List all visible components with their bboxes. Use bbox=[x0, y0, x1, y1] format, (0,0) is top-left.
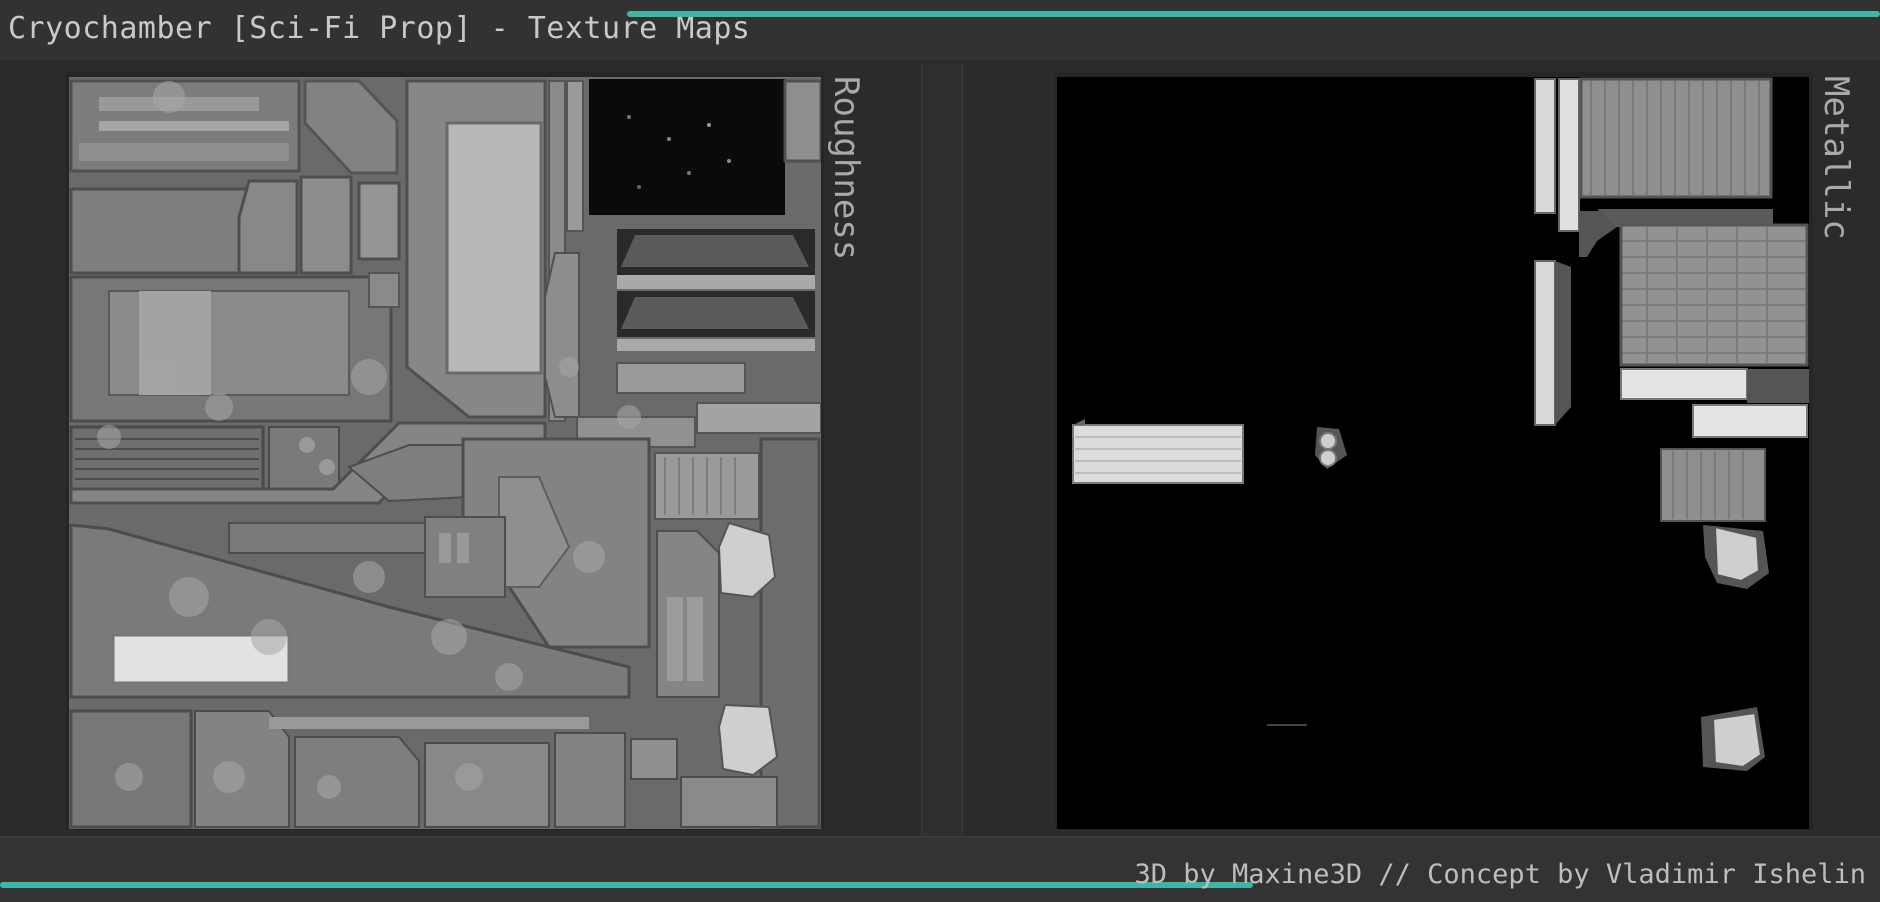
roughness-label: Roughness bbox=[826, 76, 866, 261]
panel-divider bbox=[921, 64, 963, 836]
roughness-map-image bbox=[69, 77, 821, 829]
metallic-map-image bbox=[1057, 77, 1809, 829]
accent-line-top bbox=[627, 11, 1880, 17]
accent-line-bottom bbox=[0, 882, 1253, 888]
credits-text: 3D by Maxine3D // Concept by Vladimir Is… bbox=[1134, 859, 1867, 890]
metallic-label: Metallic bbox=[1816, 76, 1856, 240]
